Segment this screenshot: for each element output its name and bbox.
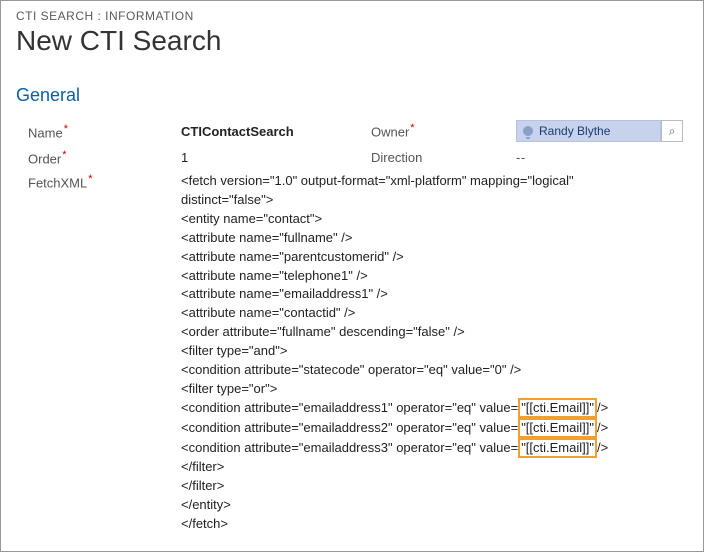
xml-line: <order attribute="fullname" descending="… xyxy=(181,323,683,342)
user-icon xyxy=(523,126,533,136)
xml-line: <condition attribute="emailaddress2" ope… xyxy=(181,418,683,438)
xml-line: <attribute name="telephone1" /> xyxy=(181,267,683,286)
owner-lookup-field[interactable]: Randy Blythe xyxy=(516,120,661,142)
xml-line: <filter type="and"> xyxy=(181,342,683,361)
name-value[interactable]: CTIContactSearch xyxy=(181,124,371,139)
order-label: Order* xyxy=(16,148,181,166)
highlight-token: "[[cti.Email]]" xyxy=(518,398,597,418)
fetchxml-label: FetchXML* xyxy=(16,172,181,190)
xml-line: <filter type="or"> xyxy=(181,380,683,399)
page-title: New CTI Search xyxy=(16,25,683,57)
form-frame: CTI SEARCH : INFORMATION New CTI Search … xyxy=(0,0,704,552)
xml-line: <attribute name="emailaddress1" /> xyxy=(181,285,683,304)
owner-lookup[interactable]: Randy Blythe ⌕ xyxy=(516,120,683,142)
xml-line: <condition attribute="emailaddress3" ope… xyxy=(181,438,683,458)
order-value[interactable]: 1 xyxy=(181,150,371,165)
name-label: Name* xyxy=(16,122,181,140)
owner-lookup-button[interactable]: ⌕ xyxy=(661,120,683,142)
xml-line: </fetch> xyxy=(181,515,683,534)
xml-line: </entity> xyxy=(181,496,683,515)
highlight-token: "[[cti.Email]]" xyxy=(518,418,597,438)
section-general-title: General xyxy=(16,85,683,106)
xml-line: </filter> xyxy=(181,458,683,477)
owner-value: Randy Blythe xyxy=(539,124,610,138)
xml-line: <fetch version="1.0" output-format="xml-… xyxy=(181,172,651,210)
owner-label: Owner* xyxy=(371,122,516,139)
direction-label: Direction xyxy=(371,150,516,165)
direction-value[interactable]: -- xyxy=(516,150,683,165)
xml-line: </filter> xyxy=(181,477,683,496)
fetchxml-value[interactable]: <fetch version="1.0" output-format="xml-… xyxy=(181,172,683,533)
xml-line: <attribute name="contactid" /> xyxy=(181,304,683,323)
highlight-token: "[[cti.Email]]" xyxy=(518,438,597,458)
breadcrumb: CTI SEARCH : INFORMATION xyxy=(16,9,683,23)
xml-line: <attribute name="parentcustomerid" /> xyxy=(181,248,683,267)
xml-line: <entity name="contact"> xyxy=(181,210,683,229)
xml-line: <attribute name="fullname" /> xyxy=(181,229,683,248)
xml-line: <condition attribute="emailaddress1" ope… xyxy=(181,398,683,418)
search-icon: ⌕ xyxy=(669,124,676,139)
xml-line: <condition attribute="statecode" operato… xyxy=(181,361,683,380)
